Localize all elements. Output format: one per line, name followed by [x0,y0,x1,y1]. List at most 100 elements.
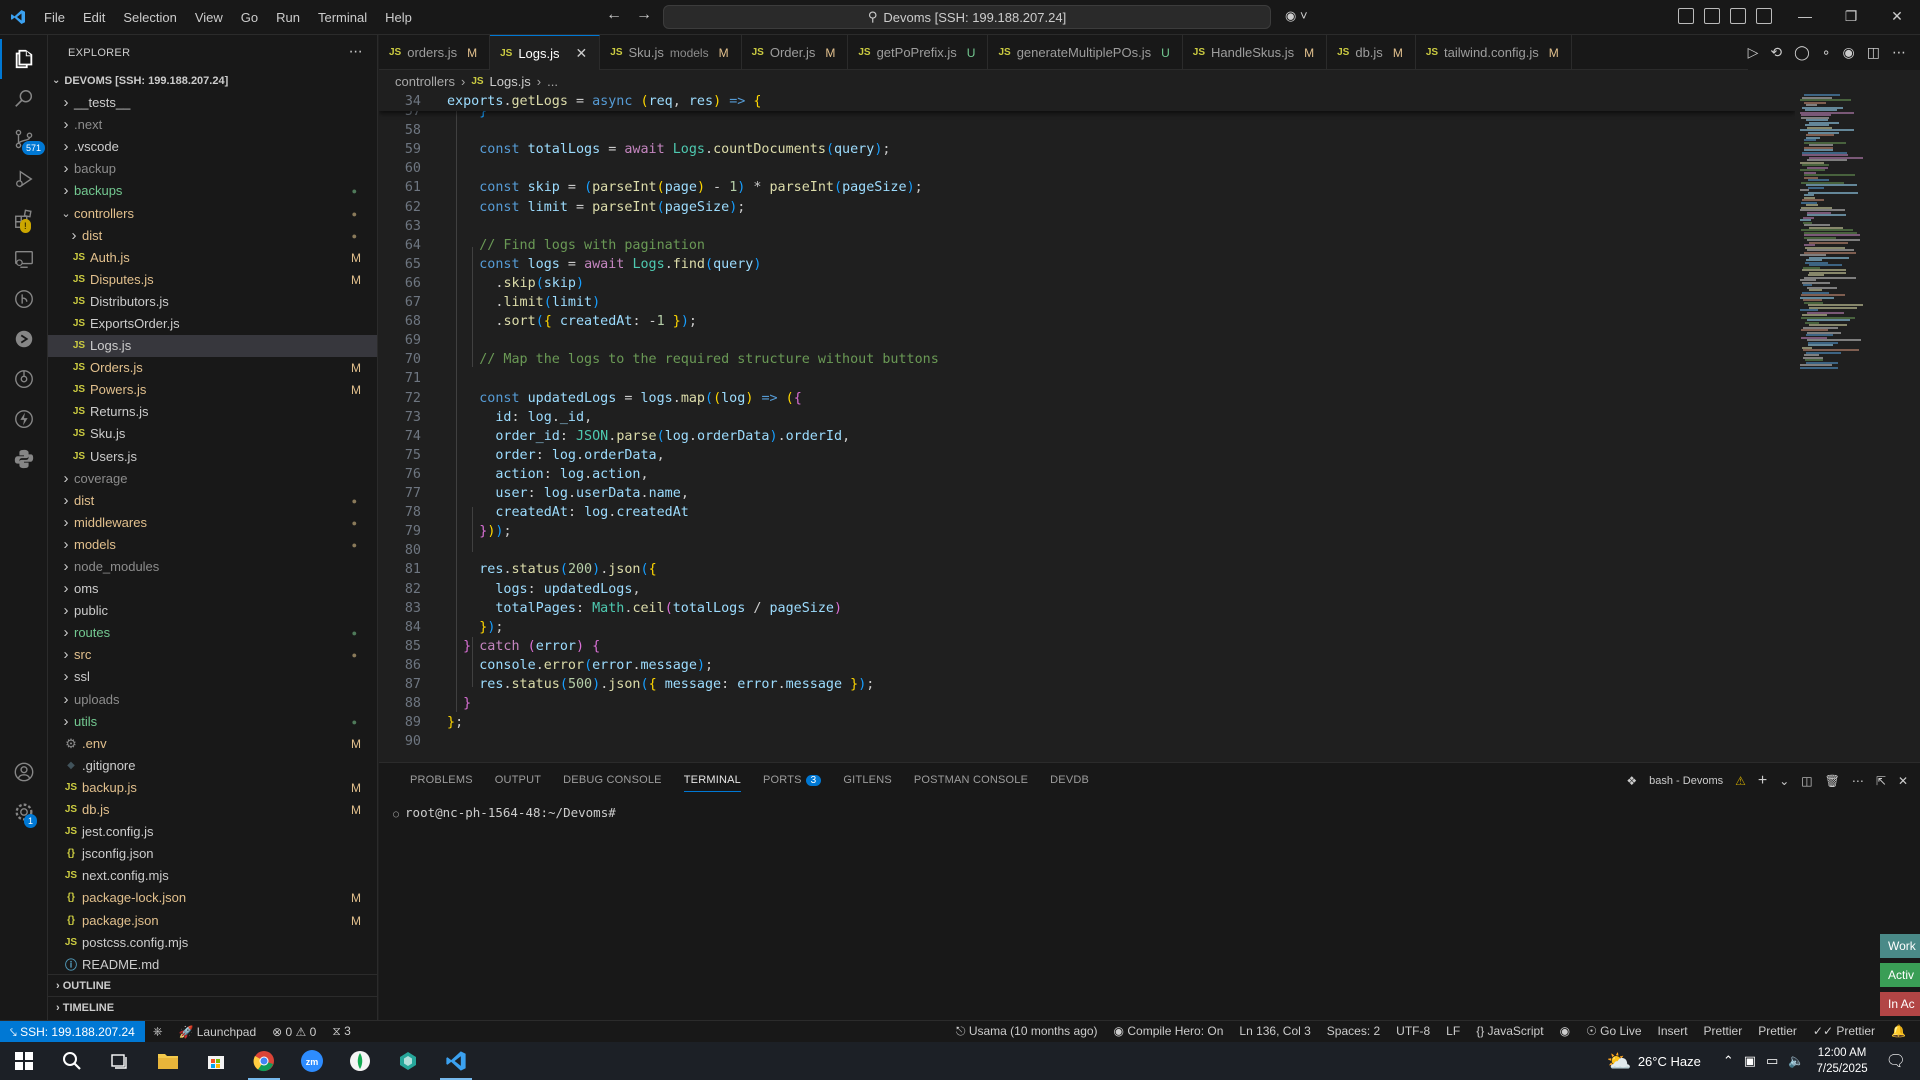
toggle-panel-icon[interactable] [1730,8,1746,24]
end-of-line[interactable]: LF [1438,1024,1468,1039]
code-line[interactable]: 84 }); [379,618,1795,637]
file-item[interactable]: ⓘ README.md [48,954,377,976]
folder-item[interactable]: › routes ● [48,622,377,644]
run-debug-icon[interactable] [12,167,36,191]
panel-tab-ports[interactable]: PORTS 3 [752,763,832,798]
code-line[interactable]: 68 .sort({ createdAt: -1 }); [379,312,1795,331]
editor-tab[interactable]: JS generateMultiplePOs.js U [988,35,1183,70]
code-line[interactable]: 73 id: log._id, [379,408,1795,427]
code-line[interactable]: 90 [379,732,1795,751]
file-item[interactable]: {} package-lock.json M [48,887,377,909]
notification-center-icon[interactable]: 🗨 [1886,1051,1906,1071]
git-blame-item[interactable]: ⎋ Usama (10 months ago) [948,1024,1106,1039]
go-live-item[interactable]: ☉ Go Live [1578,1024,1649,1039]
prettier-item[interactable]: Prettier [1696,1024,1751,1039]
folder-item[interactable]: › __tests__ [48,92,377,114]
code-line[interactable]: 65 const logs = await Logs.find(query) [379,255,1795,274]
folder-item[interactable]: › dist ● [48,225,377,247]
code-line[interactable]: 76 action: log.action, [379,465,1795,484]
indentation[interactable]: Spaces: 2 [1319,1024,1388,1039]
close-tab-icon[interactable]: ✕ [576,45,588,62]
split-terminal-icon[interactable]: ◫ [1801,774,1812,788]
code-line[interactable]: 78 createdAt: log.createdAt [379,503,1795,522]
launchpad-item[interactable]: 🚀 Launchpad [170,1025,264,1039]
more-actions-icon[interactable]: ⋯ [349,43,363,60]
terminal-name[interactable]: bash - Devoms [1649,775,1723,787]
folder-item[interactable]: › .next [48,114,377,136]
editor-tab[interactable]: JS orders.js M [379,35,491,70]
split-editor-icon[interactable]: ◫ [1867,44,1880,61]
windows-start-icon[interactable] [0,1042,48,1080]
forward-arrow-icon[interactable]: → [636,6,652,24]
notification-toast[interactable]: In Ac [1880,992,1920,1016]
panel-tab-debug-console[interactable]: DEBUG CONSOLE [552,763,673,798]
folder-item[interactable]: › backups ● [48,180,377,202]
file-item[interactable]: JS postcss.config.mjs [48,932,377,954]
gitlens-commit-icon[interactable]: ◉ [1843,44,1855,61]
code-line[interactable]: 61 const skip = (parseInt(page) - 1) * p… [379,178,1795,197]
folder-item[interactable]: › utils ● [48,711,377,733]
file-item[interactable]: JS backup.js M [48,777,377,799]
code-line[interactable]: 74 order_id: JSON.parse(log.orderData).o… [379,427,1795,446]
editor-tab[interactable]: JS HandleSkus.js M [1183,35,1328,70]
more-actions-icon[interactable]: ⋯ [1852,774,1864,788]
encoding[interactable]: UTF-8 [1388,1024,1438,1039]
folder-item[interactable]: › coverage [48,468,377,490]
git-graph-icon[interactable] [12,287,36,311]
minimap-slider[interactable] [1906,92,1920,618]
copilot-status-icon[interactable]: ◉ [1552,1024,1578,1039]
panel-tab-gitlens[interactable]: GITLENS [832,763,902,798]
code-line[interactable]: 80 [379,541,1795,560]
close-panel-icon[interactable]: ✕ [1898,774,1908,788]
remote-indicator[interactable]: ⤥ SSH: 199.188.207.24 [0,1020,145,1043]
code-line[interactable]: 60 [379,159,1795,178]
workspace-root[interactable]: ⌄ DEVOMS [SSH: 199.188.207.24] [48,70,377,92]
cursor-position[interactable]: Ln 136, Col 3 [1231,1024,1318,1039]
accounts-icon[interactable] [12,760,36,784]
menu-view[interactable]: View [186,0,232,35]
copilot-icon[interactable]: ◉ ˅ [1285,8,1308,24]
editor-tab[interactable]: JS Logs.js ✕ [490,35,601,70]
mongodb-compass-icon[interactable] [336,1042,384,1080]
code-line[interactable]: 72 const updatedLogs = logs.map((log) =>… [379,389,1795,408]
prettier-check-item[interactable]: ✓✓ Prettier [1805,1024,1883,1039]
code-line[interactable]: 69 [379,331,1795,350]
code-line[interactable]: 79 })); [379,522,1795,541]
terminal-prompt[interactable]: ○ root@nc-ph-1564-48:~/Devoms# [393,805,616,820]
weather-icon[interactable]: ⛅ [1607,1049,1632,1074]
code-line[interactable]: 86 console.error(error.message); [379,656,1795,675]
panel-tab-output[interactable]: OUTPUT [484,763,552,798]
outline-section[interactable]: › OUTLINE [48,974,377,996]
file-item[interactable]: JS Logs.js [48,335,377,358]
file-item[interactable]: {} jsconfig.json [48,843,377,865]
notification-toast[interactable]: Work [1880,934,1920,958]
panel-tab-devdb[interactable]: DEVDB [1039,763,1100,798]
timeline-icon[interactable]: ∘ [1822,44,1831,61]
prettier-item[interactable]: Prettier [1750,1024,1805,1039]
file-item[interactable]: JS Powers.js M [48,379,377,401]
minimize-icon[interactable]: — [1782,0,1828,35]
folder-item[interactable]: › dist ● [48,490,377,512]
chrome-icon[interactable] [240,1042,288,1080]
code-line[interactable]: 88 } [379,694,1795,713]
manage-gear-icon[interactable]: 1 [12,800,38,828]
code-line[interactable]: 77 user: log.userData.name, [379,484,1795,503]
microsoft-store-icon[interactable] [192,1042,240,1080]
breadcrumb-folder[interactable]: controllers [395,74,455,89]
ports-indicator[interactable]: ⧖ 3 [324,1024,358,1039]
menu-file[interactable]: File [35,0,74,35]
volume-icon[interactable]: 🔈 [1788,1053,1804,1069]
editor-tab[interactable]: JS Order.js M [742,35,849,70]
code-line[interactable]: 75 order: log.orderData, [379,446,1795,465]
task-view-icon[interactable] [96,1042,144,1080]
folder-item[interactable]: › public [48,600,377,622]
thunder-client-icon[interactable] [12,407,36,431]
file-item[interactable]: JS Disputes.js M [48,269,377,291]
toggle-sidebar-icon[interactable] [1704,8,1720,24]
folder-item[interactable]: › models ● [48,534,377,556]
zoom-icon[interactable]: zm [288,1042,336,1080]
network-icon[interactable]: ▣ [1744,1053,1756,1069]
code-line[interactable]: 70 // Map the logs to the required struc… [379,350,1795,369]
folder-item[interactable]: › middlewares ● [48,512,377,534]
restore-icon[interactable]: ❐ [1828,0,1874,35]
